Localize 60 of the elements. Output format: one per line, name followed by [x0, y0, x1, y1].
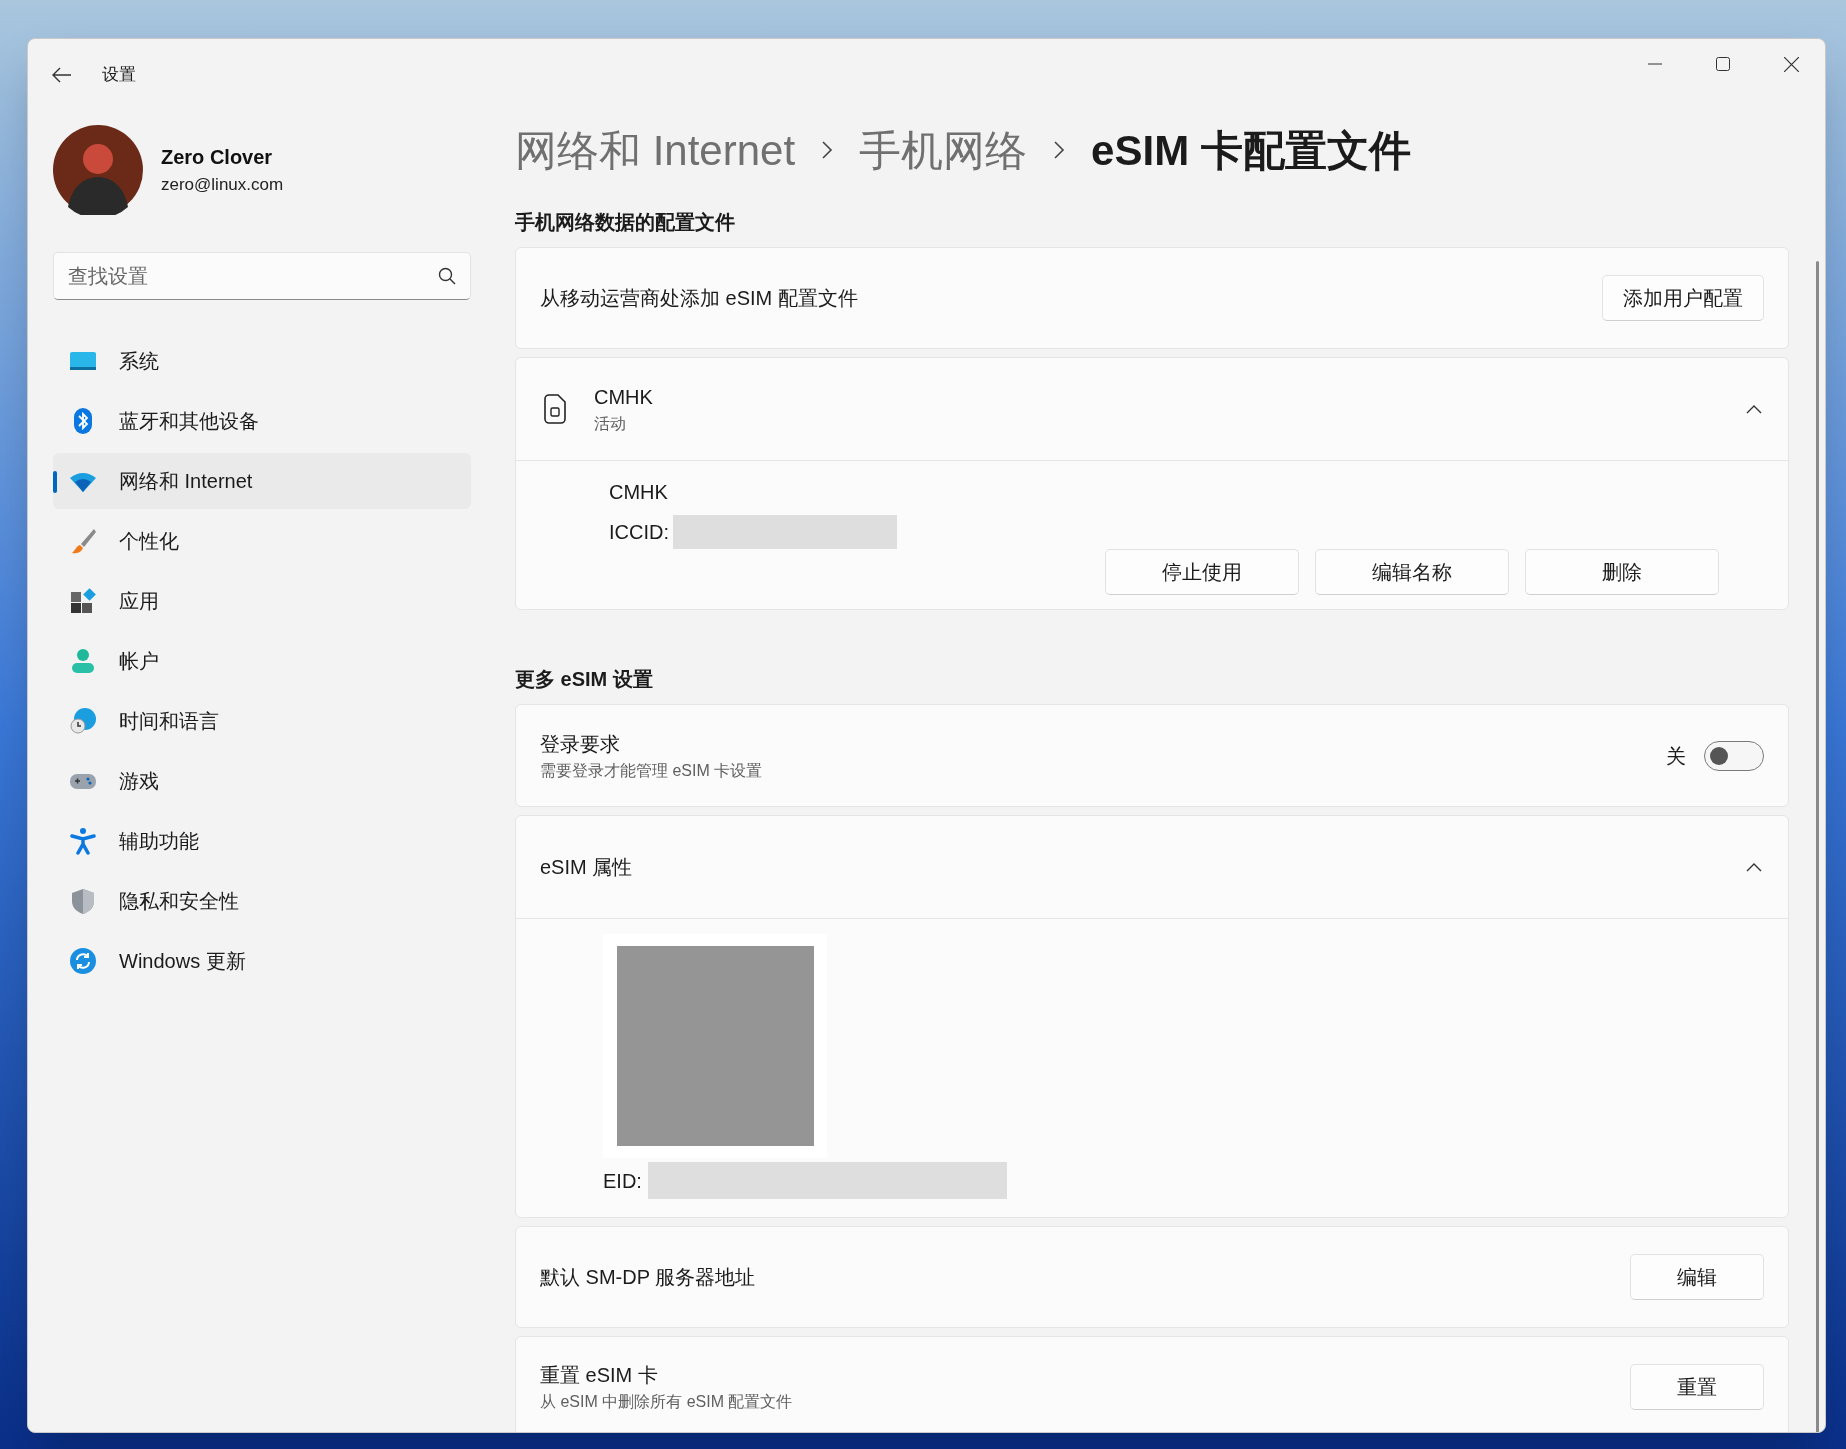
- shield-icon: [69, 887, 97, 915]
- user-name: Zero Clover: [161, 145, 274, 171]
- section-heading: 更多 eSIM 设置: [515, 667, 654, 692]
- profile-detail-name: CMHK: [609, 480, 669, 505]
- search-icon[interactable]: [438, 267, 456, 285]
- nav-item[interactable]: Windows 更新: [53, 933, 471, 989]
- profile-action-button[interactable]: 删除: [1525, 549, 1719, 595]
- section-heading: 手机网络数据的配置文件: [515, 210, 736, 235]
- search-field[interactable]: 查找设置: [53, 252, 471, 300]
- nav-item[interactable]: 时间和语言: [53, 693, 471, 749]
- profile-action-button[interactable]: 停止使用: [1105, 549, 1299, 595]
- back-arrow-icon[interactable]: [52, 67, 72, 83]
- nav-item[interactable]: 辅助功能: [53, 813, 471, 869]
- toggle-switch[interactable]: [1704, 740, 1764, 771]
- close-icon: [1783, 56, 1799, 72]
- setting-title: eSIM 属性: [540, 855, 633, 880]
- setting-description: 需要登录才能管理 eSIM 卡设置: [540, 760, 763, 781]
- nav-item[interactable]: 蓝牙和其他设备: [53, 393, 471, 449]
- profile-name: CMHK: [594, 385, 653, 410]
- window-title: 设置: [102, 64, 136, 87]
- toggle-state-label: 关: [1666, 743, 1686, 769]
- person-icon: [69, 647, 97, 675]
- breadcrumb-item[interactable]: 网络和 Internet: [515, 118, 796, 182]
- setting-title: 登录要求: [540, 731, 621, 757]
- setting-description: 从 eSIM 中删除所有 eSIM 配置文件: [540, 1392, 793, 1412]
- search-input[interactable]: 查找设置: [68, 261, 438, 291]
- eid-label: EID:: [603, 1168, 642, 1194]
- setting-label: 从移动运营商处添加 eSIM 配置文件: [540, 286, 858, 311]
- avatar-icon: [53, 125, 143, 215]
- minimize-icon: [1648, 63, 1662, 65]
- add-profile-button[interactable]: 添加用户配置: [1602, 275, 1764, 321]
- sim-card-icon: [544, 394, 566, 424]
- profile-action-button[interactable]: 编辑名称: [1315, 549, 1509, 595]
- chevron-right-icon: [821, 141, 834, 159]
- nav-item[interactable]: 网络和 Internet: [53, 453, 471, 509]
- chevron-up-icon[interactable]: [1746, 862, 1762, 872]
- scrollbar[interactable]: [1816, 261, 1819, 1432]
- user-email: zero@linux.com: [161, 174, 284, 197]
- chevron-up-icon[interactable]: [1746, 404, 1762, 414]
- maximize-icon: [1716, 57, 1730, 71]
- nav-item[interactable]: 系统: [53, 333, 471, 389]
- reset-button[interactable]: 重置: [1630, 1364, 1764, 1410]
- iccid-label: ICCID:: [609, 520, 669, 545]
- edit-button[interactable]: 编辑: [1630, 1254, 1764, 1300]
- sync-icon: [69, 947, 97, 975]
- nav-item[interactable]: 游戏: [53, 753, 471, 809]
- nav-item[interactable]: 隐私和安全性: [53, 873, 471, 929]
- profile-status: 活动: [594, 414, 627, 434]
- nav-item[interactable]: 帐户: [53, 633, 471, 689]
- chevron-right-icon: [1053, 141, 1066, 159]
- apps-icon: [69, 587, 97, 615]
- breadcrumb-item[interactable]: 手机网络: [859, 118, 1028, 182]
- selection-indicator: [53, 471, 57, 493]
- breadcrumb-item: eSIM 卡配置文件: [1091, 125, 1411, 176]
- accessibility-icon: [69, 827, 97, 855]
- setting-title: 默认 SM-DP 服务器地址: [540, 1265, 756, 1290]
- nav-item[interactable]: 应用: [53, 573, 471, 629]
- nav-item[interactable]: 个性化: [53, 513, 471, 569]
- globe-clock-icon: [69, 707, 97, 735]
- setting-title: 重置 eSIM 卡: [540, 1363, 659, 1388]
